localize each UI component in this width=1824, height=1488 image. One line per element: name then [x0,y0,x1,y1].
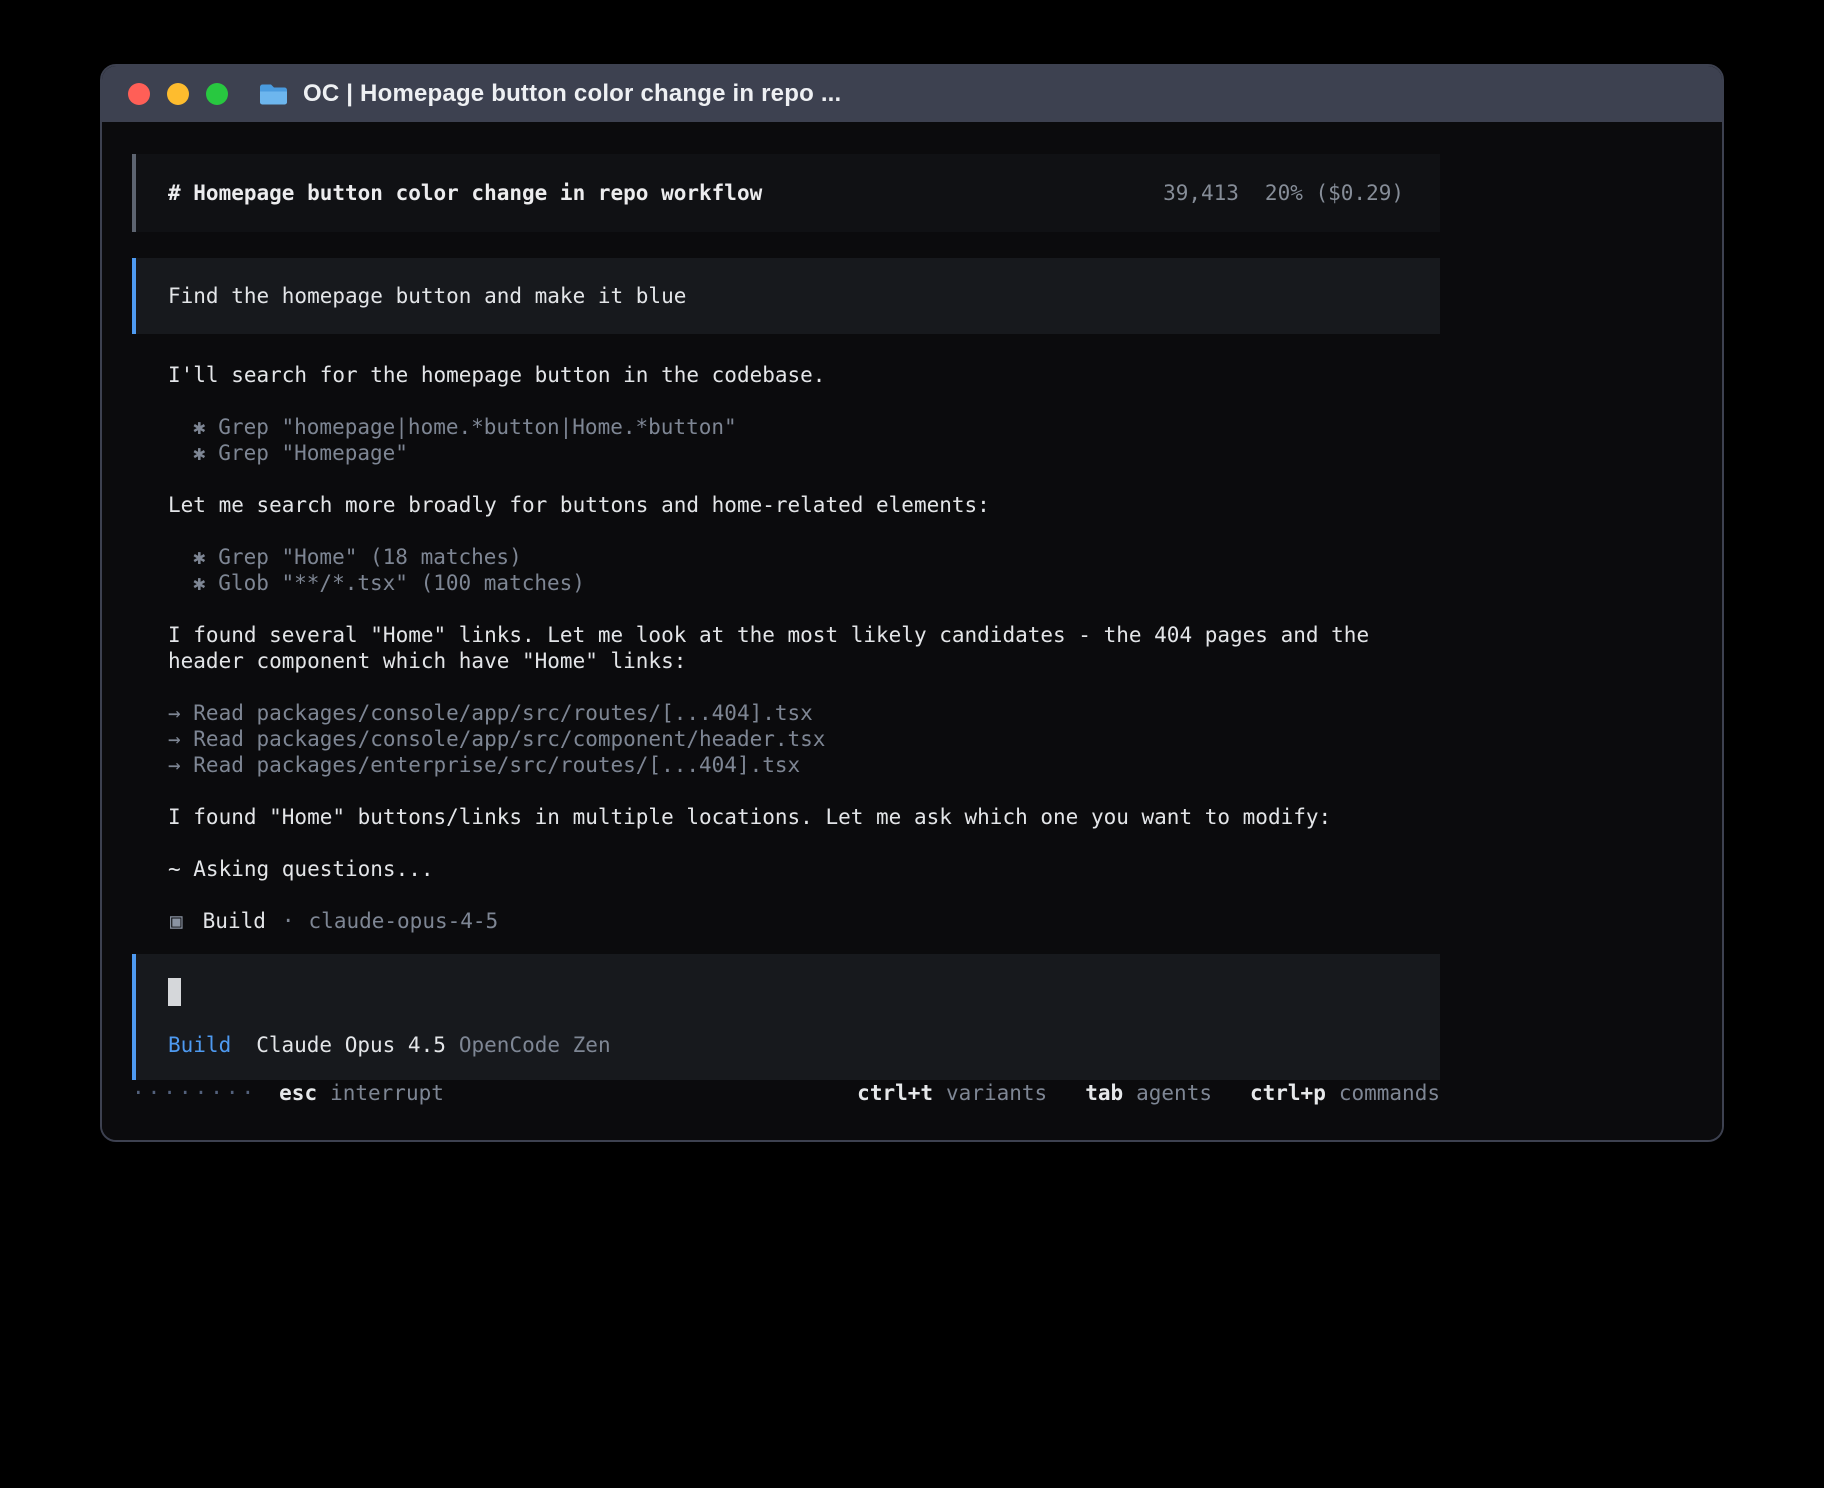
tool-call-read: → Read packages/console/app/src/routes/[… [168,700,1440,726]
input-footer: Build Claude Opus 4.5 OpenCode Zen [168,1032,1408,1058]
shortcut-key: esc [279,1080,317,1106]
shortcut-label: interrupt [330,1080,444,1106]
assistant-message-3: I found several "Home" links. Let me loo… [168,622,1440,674]
tool-call-glob: ✱ Glob "**/*.tsx" (100 matches) [168,570,1440,596]
agent-name: Build [203,908,266,934]
tool-call-group-3: → Read packages/console/app/src/routes/[… [168,700,1440,778]
tool-call-grep: ✱ Grep "Homepage" [168,440,1440,466]
shortcut-label: agents [1136,1080,1212,1106]
minimize-button[interactable] [167,83,189,105]
user-message: Find the homepage button and make it blu… [132,258,1440,334]
shortcut-label: commands [1339,1080,1440,1106]
mode-label[interactable]: Build [168,1032,231,1058]
agent-icon: ▣ [170,908,183,934]
terminal-content: # Homepage button color change in repo w… [102,122,1722,1140]
agent-line: ▣ Build · claude-opus-4-5 [170,908,1440,934]
activity-status: ~ Asking questions... [168,856,1440,882]
provider-label: OpenCode Zen [459,1032,611,1058]
progress-spinner-icon: ········ [132,1080,257,1106]
maximize-button[interactable] [206,83,228,105]
shortcut-key: ctrl+t [857,1080,933,1106]
status-right: ctrl+t variants tab agents ctrl+p comman… [857,1080,1440,1106]
status-bar: ········ esc interrupt ctrl+t variants t… [132,1080,1440,1106]
tool-call-grep: ✱ Grep "homepage|home.*button|Home.*butt… [168,414,1440,440]
shortcut-key: ctrl+p [1250,1080,1326,1106]
assistant-message-1: I'll search for the homepage button in t… [168,362,1440,388]
prompt-input[interactable]: Build Claude Opus 4.5 OpenCode Zen [132,954,1440,1080]
shortcut-variants: ctrl+t variants [857,1080,1047,1106]
session-title: # Homepage button color change in repo w… [168,180,762,206]
context-cost: 20% ($0.29) [1265,180,1404,206]
shortcut-interrupt: esc interrupt [279,1080,444,1106]
session-stats: 39,413 20% ($0.29) [1163,180,1404,206]
folder-icon [258,82,289,107]
model-label[interactable]: Claude Opus 4.5 [256,1032,446,1058]
assistant-message-2: Let me search more broadly for buttons a… [168,492,1440,518]
tool-call-grep: ✱ Grep "Home" (18 matches) [168,544,1440,570]
shortcut-label: variants [946,1080,1047,1106]
terminal-window: OC | Homepage button color change in rep… [100,64,1724,1142]
agent-model-label: claude-opus-4-5 [309,908,499,934]
window-title: OC | Homepage button color change in rep… [303,80,841,108]
agent-separator: · [282,908,295,934]
user-message-text: Find the homepage button and make it blu… [168,283,686,309]
tool-call-read: → Read packages/console/app/src/componen… [168,726,1440,752]
shortcut-agents: tab agents [1085,1080,1212,1106]
titlebar[interactable]: OC | Homepage button color change in rep… [102,66,1722,122]
assistant-message-4: I found "Home" buttons/links in multiple… [168,804,1440,830]
tool-call-group-2: ✱ Grep "Home" (18 matches) ✱ Glob "**/*.… [168,544,1440,596]
shortcut-commands: ctrl+p commands [1250,1080,1440,1106]
tool-call-group-1: ✱ Grep "homepage|home.*button|Home.*butt… [168,414,1440,466]
traffic-lights [128,83,228,105]
token-count: 39,413 [1163,180,1239,206]
session-header: # Homepage button color change in repo w… [132,154,1440,232]
shortcut-key: tab [1085,1080,1123,1106]
status-left: ········ esc interrupt [132,1080,444,1106]
close-button[interactable] [128,83,150,105]
tool-call-read: → Read packages/enterprise/src/routes/[.… [168,752,1440,778]
text-cursor [168,978,181,1006]
